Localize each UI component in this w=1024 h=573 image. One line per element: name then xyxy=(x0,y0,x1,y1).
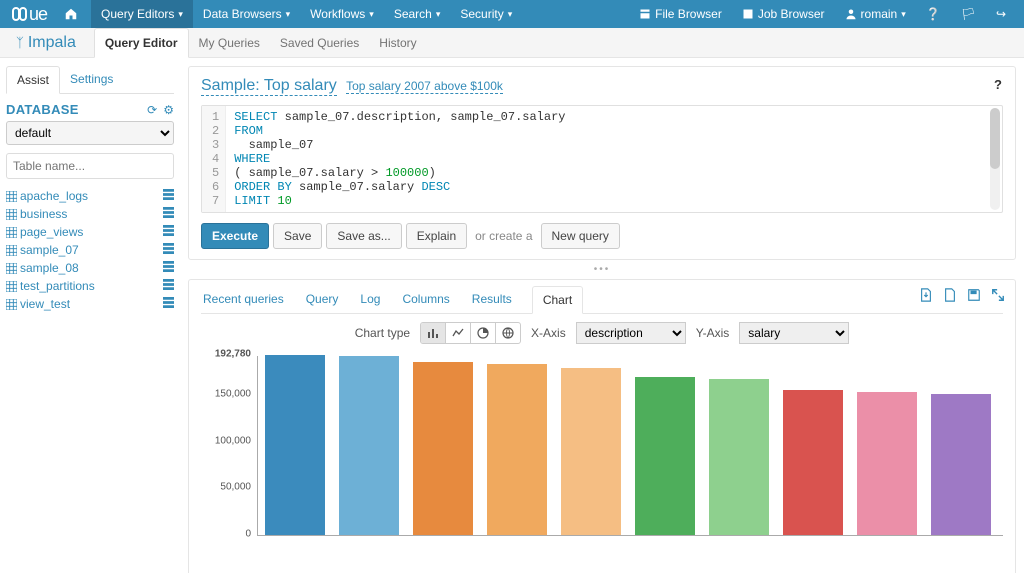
or-text: or create a xyxy=(475,229,532,243)
bar[interactable] xyxy=(931,394,990,535)
table-preview-icon[interactable] xyxy=(163,297,174,311)
ytick: 192,780 xyxy=(215,349,251,360)
xaxis-select[interactable]: description xyxy=(576,322,686,344)
save-button[interactable]: Save xyxy=(273,223,322,249)
results-tab-recent-queries[interactable]: Recent queries xyxy=(201,286,286,313)
yaxis-label: Y-Axis xyxy=(696,326,730,340)
query-panel: ? Sample: Top salary Top salary 2007 abo… xyxy=(188,66,1016,260)
top-nav: ue Query Editors▾ Data Browsers▾ Workflo… xyxy=(0,0,1024,28)
bar[interactable] xyxy=(413,362,472,535)
results-tab-log[interactable]: Log xyxy=(358,286,382,313)
chart-type-pie-icon[interactable] xyxy=(471,323,496,343)
bar[interactable] xyxy=(339,356,398,535)
bar[interactable] xyxy=(265,355,324,535)
panel-resize-grip[interactable]: ••• xyxy=(188,264,1016,275)
panel-help-icon[interactable]: ? xyxy=(991,77,1005,91)
bar[interactable] xyxy=(561,368,620,535)
db-settings-icon[interactable]: ⚙ xyxy=(163,103,174,117)
xaxis-label: X-Axis xyxy=(531,326,566,340)
database-heading: DATABASE xyxy=(6,102,79,117)
table-item[interactable]: sample_07 xyxy=(6,241,174,259)
sql-editor[interactable]: 1234567 SELECT sample_07.description, sa… xyxy=(201,105,1003,213)
table-item[interactable]: business xyxy=(6,205,174,223)
bar[interactable] xyxy=(709,379,768,535)
nav-query-editors[interactable]: Query Editors▾ xyxy=(91,0,193,28)
database-select[interactable]: default xyxy=(6,121,174,145)
results-tab-chart[interactable]: Chart xyxy=(532,286,583,314)
chart-plot xyxy=(257,356,1003,536)
results-tabs: Recent queries Query Log Columns Results Char… xyxy=(201,286,1003,314)
editor-gutter: 1234567 xyxy=(202,106,226,212)
table-item[interactable]: apache_logs xyxy=(6,187,174,205)
side-tab-settings[interactable]: Settings xyxy=(60,66,123,93)
tab-my-queries[interactable]: My Queries xyxy=(189,29,270,57)
home-icon[interactable] xyxy=(55,0,91,28)
app-title: ᛉImpala xyxy=(16,30,76,52)
table-item[interactable]: sample_08 xyxy=(6,259,174,277)
hue-logo[interactable]: ue xyxy=(12,4,47,25)
results-tab-columns[interactable]: Columns xyxy=(400,286,451,313)
chart-yaxis: 0 50,000 100,000 150,000 192,780 xyxy=(201,352,257,572)
ytick: 0 xyxy=(245,529,251,540)
table-preview-icon[interactable] xyxy=(163,279,174,293)
ytick: 100,000 xyxy=(215,435,251,446)
results-tab-query[interactable]: Query xyxy=(304,286,341,313)
nav-workflows[interactable]: Workflows▾ xyxy=(300,0,384,28)
table-preview-icon[interactable] xyxy=(163,207,174,221)
results-panel: Recent queries Query Log Columns Results Char… xyxy=(188,279,1016,573)
table-search-input[interactable] xyxy=(6,153,174,179)
chart-type-group xyxy=(420,322,521,344)
query-subtitle[interactable]: Top salary 2007 above $100k xyxy=(346,79,503,94)
table-list: apache_logsbusinesspage_viewssample_07sa… xyxy=(6,187,174,313)
sub-nav: ᛉImpala Query Editor My Queries Saved Qu… xyxy=(0,28,1024,58)
save-as-button[interactable]: Save as... xyxy=(326,223,401,249)
notifications-icon[interactable]: 🏳 xyxy=(951,0,986,28)
chart-type-map-icon[interactable] xyxy=(496,323,520,343)
query-title[interactable]: Sample: Top salary xyxy=(201,77,337,96)
table-preview-icon[interactable] xyxy=(163,261,174,275)
refresh-icon[interactable]: ⟳ xyxy=(147,103,157,117)
job-browser-link[interactable]: Job Browser xyxy=(732,0,835,28)
results-tab-results[interactable]: Results xyxy=(470,286,514,313)
editor-scrollbar[interactable] xyxy=(990,108,1000,210)
nav-data-browsers[interactable]: Data Browsers▾ xyxy=(193,0,300,28)
table-item[interactable]: test_partitions xyxy=(6,277,174,295)
side-tab-assist[interactable]: Assist xyxy=(6,66,60,94)
user-menu[interactable]: romain▾ xyxy=(835,0,916,28)
execute-button[interactable]: Execute xyxy=(201,223,269,249)
editor-code[interactable]: SELECT sample_07.description, sample_07.… xyxy=(226,106,573,212)
table-item[interactable]: page_views xyxy=(6,223,174,241)
table-item[interactable]: view_test xyxy=(6,295,174,313)
tab-history[interactable]: History xyxy=(369,29,426,57)
chart-type-line-icon[interactable] xyxy=(446,323,471,343)
bar[interactable] xyxy=(487,364,546,535)
help-icon[interactable]: ❔ xyxy=(916,0,951,28)
logout-icon[interactable]: ↪ xyxy=(986,0,1016,28)
expand-icon[interactable] xyxy=(991,288,1005,302)
ytick: 150,000 xyxy=(215,388,251,399)
chart-type-label: Chart type xyxy=(355,326,410,340)
bar[interactable] xyxy=(635,377,694,535)
table-preview-icon[interactable] xyxy=(163,189,174,203)
tab-query-editor[interactable]: Query Editor xyxy=(94,28,189,58)
explain-button[interactable]: Explain xyxy=(406,223,467,249)
nav-search[interactable]: Search▾ xyxy=(384,0,451,28)
download-xls-icon[interactable] xyxy=(919,288,933,302)
chart-area: 0 50,000 100,000 150,000 192,780 xyxy=(201,352,1003,572)
chart-type-bar-icon[interactable] xyxy=(421,323,446,343)
bar[interactable] xyxy=(857,392,916,535)
download-csv-icon[interactable] xyxy=(943,288,957,302)
save-results-icon[interactable] xyxy=(967,288,981,302)
ytick: 50,000 xyxy=(220,482,251,493)
tab-saved-queries[interactable]: Saved Queries xyxy=(270,29,369,57)
yaxis-select[interactable]: salary xyxy=(739,322,849,344)
table-preview-icon[interactable] xyxy=(163,243,174,257)
sidebar: Assist Settings DATABASE ⟳ ⚙ default apa… xyxy=(0,58,180,573)
nav-security[interactable]: Security▾ xyxy=(450,0,522,28)
table-preview-icon[interactable] xyxy=(163,225,174,239)
file-browser-link[interactable]: File Browser xyxy=(629,0,732,28)
bar[interactable] xyxy=(783,390,842,535)
new-query-button[interactable]: New query xyxy=(541,223,620,249)
